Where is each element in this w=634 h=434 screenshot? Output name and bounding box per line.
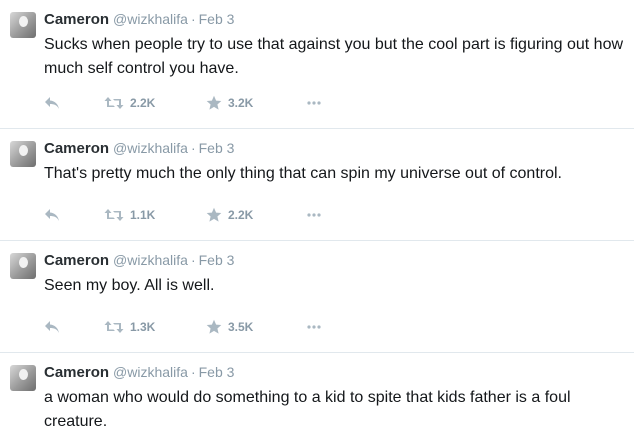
more-icon [307, 101, 321, 105]
author-name[interactable]: Cameron [44, 11, 109, 28]
star-icon [206, 207, 222, 222]
separator: · [190, 11, 196, 27]
tweet-text: Sucks when people try to use that agains… [44, 36, 624, 77]
tweet[interactable]: Cameron @wizkhalifa · Feb 3 Sucks when peop… [0, 0, 634, 129]
retweet-count: 1.1K [130, 208, 156, 222]
reply-button[interactable] [44, 93, 60, 113]
author-name[interactable]: Cameron [44, 364, 109, 381]
separator: · [190, 140, 196, 156]
star-icon [206, 319, 222, 334]
retweet-count: 1.3K [130, 320, 156, 334]
tweet-timestamp[interactable]: Feb 3 [199, 11, 235, 27]
tweet-timestamp[interactable]: Feb 3 [199, 252, 235, 268]
tweet-timestamp[interactable]: Feb 3 [199, 140, 235, 156]
favorite-button[interactable]: 3.2K [206, 93, 253, 113]
retweet-button[interactable]: 1.3K [104, 317, 155, 337]
tweet[interactable]: Cameron @wizkhalifa · Feb 3 Seen my boy. Al… [0, 241, 634, 353]
author-handle[interactable]: @wizkhalifa [113, 11, 188, 27]
avatar[interactable] [10, 253, 36, 279]
favorite-button[interactable]: 2.2K [206, 205, 253, 225]
author-handle[interactable]: @wizkhalifa [113, 252, 188, 268]
more-button[interactable] [306, 205, 322, 225]
retweet-button[interactable]: 1.1K [104, 205, 155, 225]
favorite-count: 2.2K [228, 208, 254, 222]
separator: · [190, 252, 196, 268]
more-icon [307, 325, 321, 329]
retweet-icon [104, 321, 124, 333]
separator: · [190, 364, 196, 380]
favorite-count: 3.5K [228, 320, 254, 334]
tweet-header: Cameron @wizkhalifa · Feb 3 [44, 139, 234, 158]
tweet[interactable]: Cameron @wizkhalifa · Feb 3 a woman who wou… [0, 353, 634, 433]
tweet-text: Seen my boy. All is well. [44, 277, 215, 294]
reply-icon [45, 97, 59, 109]
avatar[interactable] [10, 141, 36, 167]
reply-button[interactable] [44, 317, 60, 337]
more-button[interactable] [306, 317, 322, 337]
tweet-header: Cameron @wizkhalifa · Feb 3 [44, 363, 234, 382]
more-icon [307, 213, 321, 217]
tweet-timestamp[interactable]: Feb 3 [199, 364, 235, 380]
author-name[interactable]: Cameron [44, 140, 109, 157]
tweet-header: Cameron @wizkhalifa · Feb 3 [44, 251, 234, 270]
reply-button[interactable] [44, 205, 60, 225]
retweet-icon [104, 209, 124, 221]
retweet-icon [104, 97, 124, 109]
tweet-text: a woman who would do something to a kid … [44, 389, 571, 430]
avatar[interactable] [10, 12, 36, 38]
author-handle[interactable]: @wizkhalifa [113, 140, 188, 156]
retweet-count: 2.2K [130, 96, 156, 110]
favorite-button[interactable]: 3.5K [206, 317, 253, 337]
tweet-text: That's pretty much the only thing that c… [44, 165, 562, 182]
more-button[interactable] [306, 93, 322, 113]
favorite-count: 3.2K [228, 96, 254, 110]
retweet-button[interactable]: 2.2K [104, 93, 155, 113]
avatar[interactable] [10, 365, 36, 391]
author-handle[interactable]: @wizkhalifa [113, 364, 188, 380]
reply-icon [45, 209, 59, 221]
author-name[interactable]: Cameron [44, 252, 109, 269]
tweet[interactable]: Cameron @wizkhalifa · Feb 3 That's pretty m… [0, 129, 634, 241]
tweet-feed: Cameron @wizkhalifa · Feb 3 Sucks when peop… [0, 0, 634, 433]
star-icon [206, 95, 222, 110]
reply-icon [45, 321, 59, 333]
tweet-header: Cameron @wizkhalifa · Feb 3 [44, 10, 234, 29]
